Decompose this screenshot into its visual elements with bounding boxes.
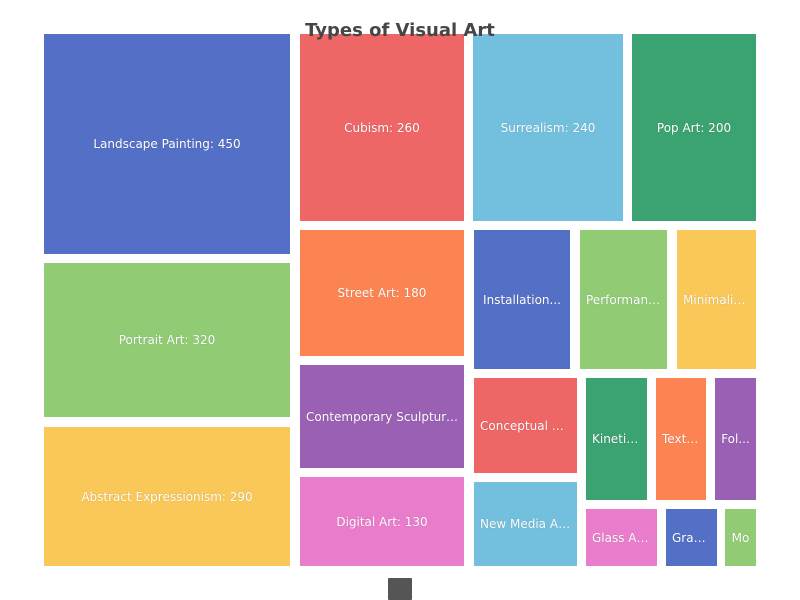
treemap-tile[interactable]: Kinetic... — [586, 378, 647, 500]
treemap-tile-label: Minimalis... — [683, 292, 752, 307]
treemap-tile[interactable]: Street Art: 180 — [300, 230, 464, 356]
treemap-tile[interactable]: Surrealism: 240 — [473, 34, 623, 221]
treemap-tile[interactable]: Conceptual Ar... — [474, 378, 577, 473]
treemap-tile-label: Cubism: 260 — [344, 120, 420, 135]
treemap-tile[interactable]: Glass Ar... — [586, 509, 657, 566]
treemap-tile-label: Pop Art: 200 — [656, 120, 732, 135]
treemap-tile-label: Contemporary Sculpture... — [306, 409, 464, 424]
treemap-tile-label: Surrealism: 240 — [500, 120, 596, 135]
treemap-tile[interactable]: Landscape Painting: 450 — [44, 34, 290, 254]
treemap-tile[interactable]: Portrait Art: 320 — [44, 263, 290, 417]
treemap-tile-label: Portrait Art: 320 — [118, 333, 216, 347]
treemap-tile[interactable]: Graff... — [666, 509, 717, 566]
treemap-tile-label: New Media Ar... — [480, 517, 574, 531]
legend-swatch[interactable] — [388, 578, 412, 600]
treemap-tile-label: Street Art: 180 — [337, 286, 427, 300]
treemap-tile-label: Graff... — [672, 530, 714, 545]
treemap: Landscape Painting: 450 Portrait Art: 320… — [44, 34, 756, 566]
treemap-tile-label: Landscape Painting: 450 — [93, 137, 241, 151]
treemap-tile-label: Fol... — [721, 432, 750, 446]
treemap-tile[interactable]: Texti... — [656, 378, 706, 500]
treemap-tile[interactable]: Installation... — [474, 230, 570, 369]
treemap-tile-label: Texti... — [662, 432, 702, 446]
treemap-tile-label: Performanc... — [586, 292, 667, 307]
treemap-tile[interactable]: Contemporary Sculpture... — [300, 365, 464, 468]
treemap-tile-label: Abstract Expressionism: 290 — [81, 489, 253, 504]
treemap-tile-label: Conceptual Ar... — [480, 418, 576, 433]
treemap-tile[interactable]: Digital Art: 130 — [300, 477, 464, 566]
treemap-tile-label: Glass Ar... — [592, 530, 652, 545]
treemap-tile[interactable]: Minimalis... — [677, 230, 756, 369]
treemap-tile[interactable]: Pop Art: 200 — [632, 34, 756, 221]
treemap-tile-label: Digital Art: 130 — [336, 514, 428, 529]
treemap-tile[interactable]: Abstract Expressionism: 290 — [44, 427, 290, 566]
treemap-tile-label: Kinetic... — [592, 432, 645, 446]
treemap-tile[interactable]: Mo — [725, 509, 756, 566]
treemap-tile[interactable]: Performanc... — [580, 230, 667, 369]
treemap-tile-label: Installation... — [483, 292, 561, 307]
treemap-tile[interactable]: New Media Ar... — [474, 482, 577, 566]
treemap-tile[interactable]: Fol... — [715, 378, 756, 500]
treemap-tile[interactable]: Cubism: 260 — [300, 34, 464, 221]
treemap-tile-label: Mo — [731, 530, 750, 545]
